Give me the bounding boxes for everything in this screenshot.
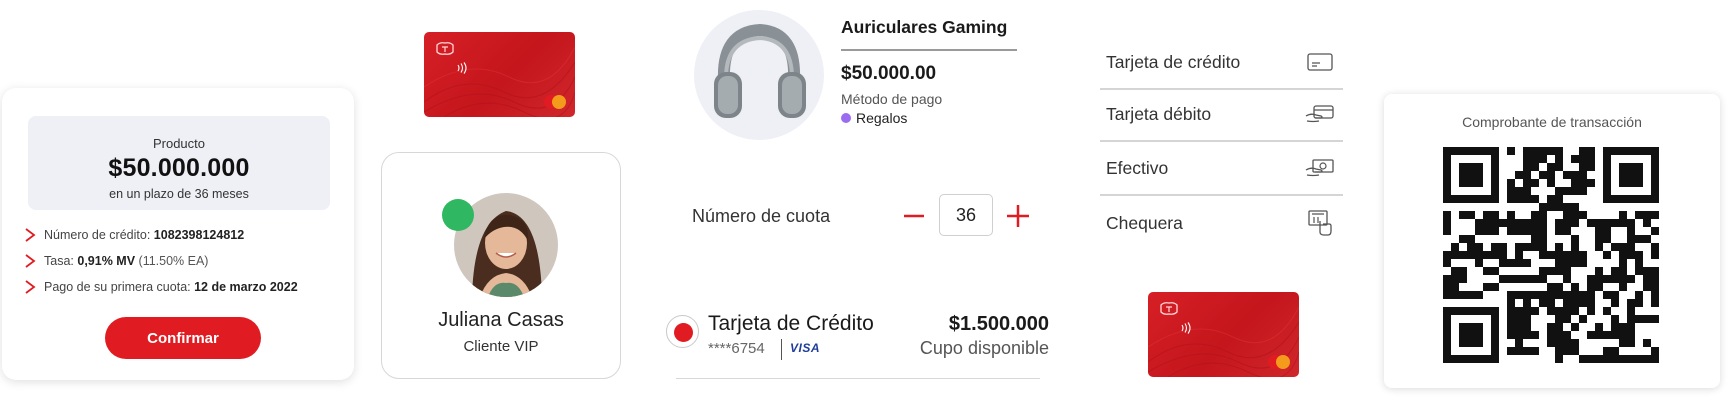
product-amount: $50.000.000 — [108, 154, 250, 182]
payment-option-label: Efectivo — [1106, 157, 1169, 178]
payment-method-value: Regalos — [841, 110, 907, 126]
card-title: Tarjeta de Crédito — [708, 312, 874, 335]
card-radio-button[interactable] — [666, 315, 699, 348]
credit-summary-card: Producto $50.000.000 en un plazo de 36 m… — [2, 88, 354, 380]
payment-option-checkbook[interactable]: Chequera — [1100, 196, 1343, 250]
payment-option-label: Tarjeta débito — [1106, 103, 1212, 124]
atm-touch-icon — [1305, 210, 1335, 236]
mastercard-icon — [544, 95, 566, 109]
detail-label: Tasa: — [44, 254, 74, 268]
product-term: en un plazo de 36 meses — [109, 187, 249, 201]
plus-icon — [1007, 205, 1029, 227]
installment-input[interactable] — [939, 194, 993, 236]
cash-icon — [1305, 156, 1335, 180]
method-dot-icon — [841, 113, 851, 123]
minus-icon — [904, 214, 924, 218]
bank-logo-icon — [1160, 302, 1178, 315]
detail-rate: Tasa: 0,91% MV (11.50% EA) — [24, 254, 208, 268]
divider — [841, 49, 1017, 51]
product-summary-box: Producto $50.000.000 en un plazo de 36 m… — [28, 116, 330, 210]
visa-icon: VISA — [790, 341, 821, 355]
receipt-title: Comprobante de transacción — [1462, 114, 1642, 130]
mastercard-icon — [1268, 355, 1290, 369]
payment-method-text: Regalos — [856, 110, 908, 126]
contactless-icon — [1181, 322, 1191, 334]
profile-subtitle: Cliente VIP — [463, 338, 539, 355]
payment-option-cash[interactable]: Efectivo — [1100, 142, 1343, 196]
chevron-right-icon — [25, 228, 36, 242]
card-in-hand-icon — [1305, 102, 1335, 126]
detail-extra: (11.50% EA) — [138, 254, 209, 268]
detail-label: Número de crédito: — [44, 228, 151, 242]
detail-label: Pago de su primera cuota: — [44, 280, 191, 294]
product-label: Producto — [152, 136, 206, 151]
online-status-icon — [442, 199, 474, 231]
decrement-button[interactable] — [900, 199, 928, 233]
detail-credit-number: Número de crédito: 1082398124812 — [24, 228, 244, 242]
detail-value: 0,91% MV — [77, 254, 136, 268]
chevron-right-icon — [25, 280, 36, 294]
receipt-card: Comprobante de transacción — [1384, 94, 1720, 388]
product-title: Auriculares Gaming — [841, 17, 1008, 37]
payment-option-label: Tarjeta de crédito — [1106, 51, 1241, 72]
payment-method-label: Método de pago — [841, 91, 943, 107]
divider — [781, 339, 782, 360]
card-number: ****6754 — [708, 340, 765, 357]
product-image — [694, 10, 824, 140]
detail-first-payment: Pago de su primera cuota: 12 de marzo 20… — [24, 280, 298, 294]
installment-label: Número de cuota — [692, 206, 831, 226]
divider — [676, 378, 1040, 379]
profile-card[interactable]: Juliana Casas Cliente VIP — [381, 152, 621, 379]
detail-value: 1082398124812 — [153, 228, 245, 242]
credit-card-image — [1148, 292, 1299, 377]
payment-option-debit[interactable]: Tarjeta débito — [1100, 88, 1343, 142]
card-amount: $1.500.000 — [948, 313, 1049, 335]
product-price: $50.000.00 — [841, 63, 937, 84]
confirm-button[interactable]: Confirmar — [105, 317, 261, 359]
contactless-icon — [457, 62, 467, 74]
qr-code — [1443, 147, 1659, 363]
profile-name: Juliana Casas — [438, 309, 564, 331]
bank-logo-icon — [436, 42, 454, 55]
payment-option-label: Chequera — [1106, 212, 1183, 233]
credit-card-image — [424, 32, 575, 117]
increment-button[interactable] — [1002, 199, 1034, 233]
card-amount-label: Cupo disponible — [919, 338, 1049, 358]
detail-value: 12 de marzo 2022 — [194, 280, 298, 294]
payment-option-credit[interactable]: Tarjeta de crédito — [1100, 36, 1343, 90]
credit-card-icon — [1305, 50, 1335, 74]
headphones-icon — [714, 23, 806, 118]
chevron-right-icon — [25, 254, 36, 268]
